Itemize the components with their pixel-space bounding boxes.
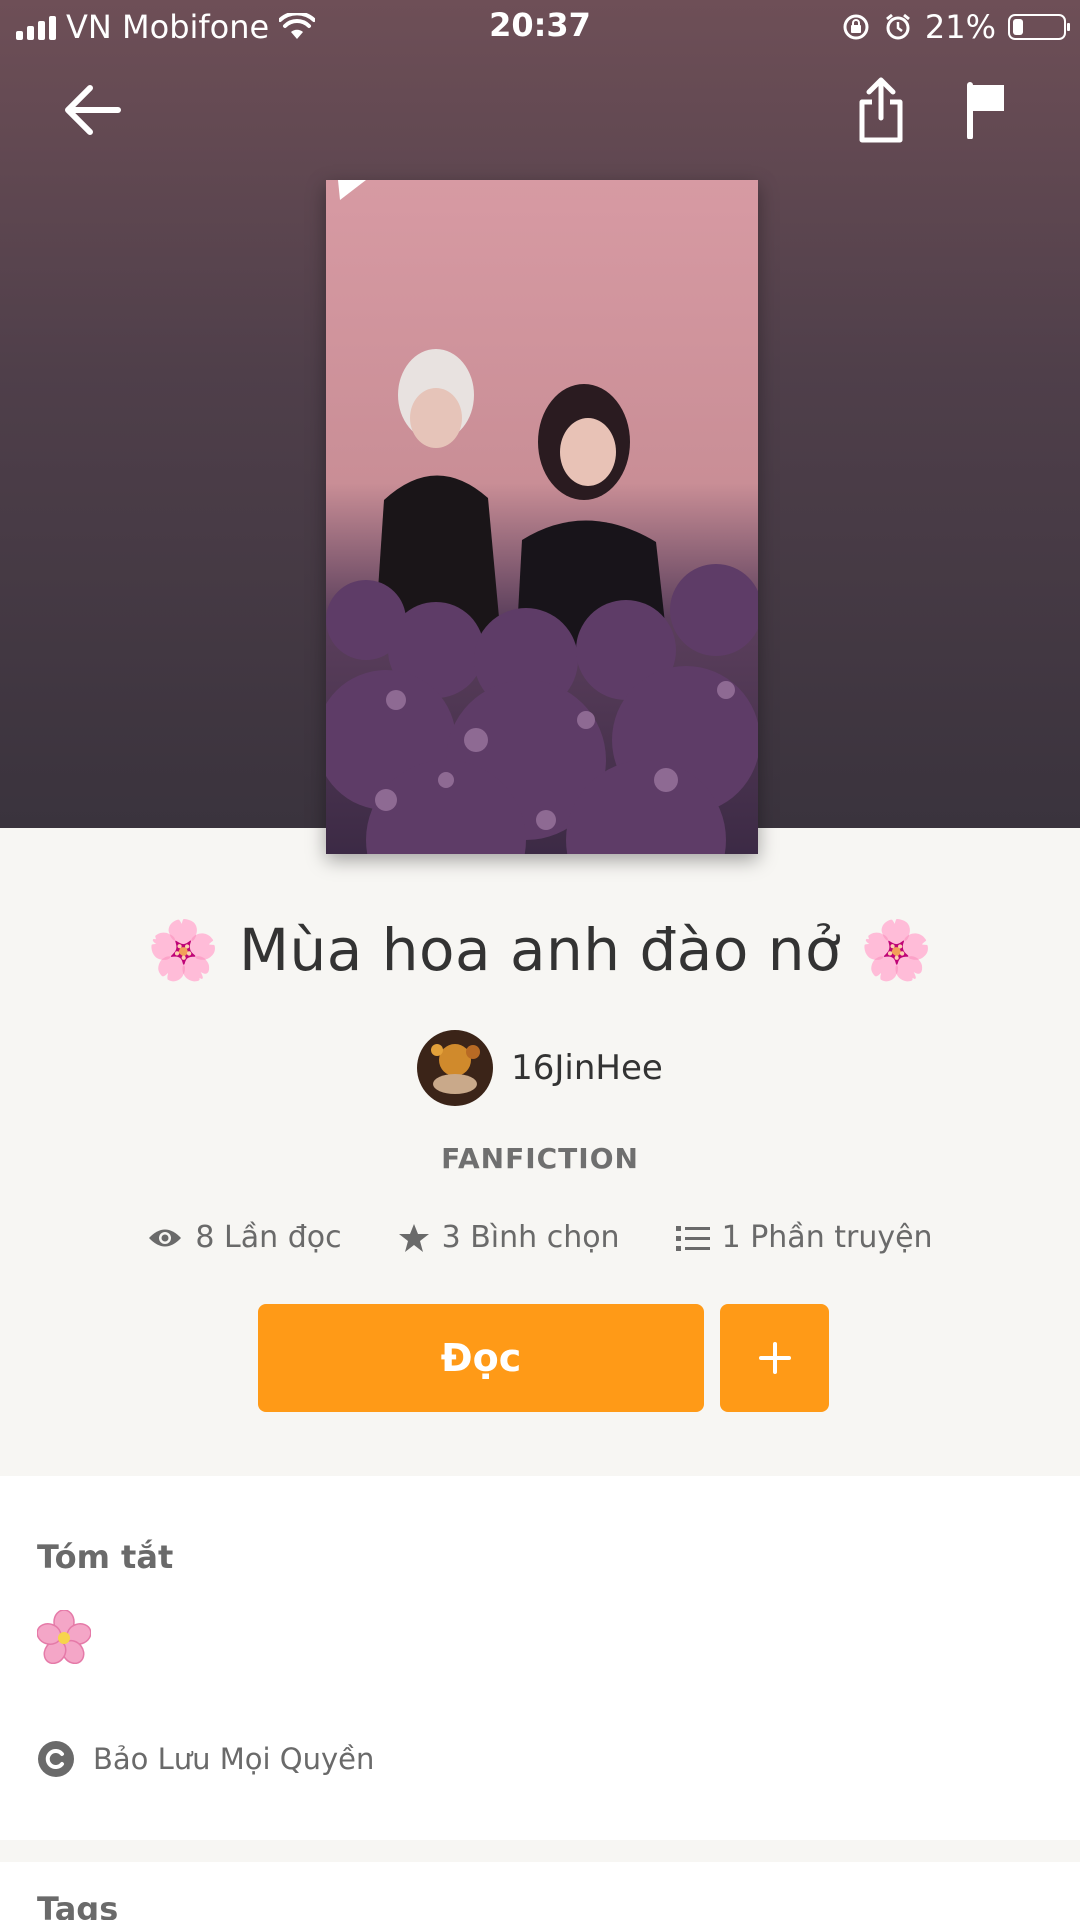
alarm-icon (885, 13, 910, 40)
votes-stat: 3 Bình chọn (398, 1220, 620, 1255)
story-stats: 8 Lần đọc 3 Bình chọn 1 Phần truyện (0, 1220, 1080, 1255)
parts-stat: 1 Phần truyện (675, 1220, 933, 1255)
battery-icon (1008, 14, 1070, 40)
author-row[interactable]: 16JinHee (0, 1030, 1080, 1106)
author-name[interactable]: 16JinHee (511, 1048, 663, 1088)
parts-count: 1 Phần truyện (721, 1220, 933, 1255)
eye-icon (149, 1229, 182, 1246)
report-button[interactable] (946, 70, 1026, 150)
arrow-left-icon (65, 85, 121, 135)
reads-stat: 8 Lần đọc (147, 1220, 342, 1255)
star-icon (398, 1223, 429, 1252)
back-button[interactable] (52, 70, 132, 150)
copyright-row: Bảo Lưu Mọi Quyền (37, 1740, 374, 1778)
copyright-text: Bảo Lưu Mọi Quyền (93, 1742, 375, 1776)
reads-count: 8 Lần đọc (195, 1220, 342, 1255)
share-icon (859, 77, 903, 143)
read-button[interactable]: Đọc (258, 1304, 704, 1412)
rotation-lock-icon (843, 14, 869, 40)
battery-level (1013, 19, 1023, 35)
battery-percent: 21% (924, 8, 996, 46)
avatar-image (417, 1030, 494, 1106)
flag-icon (967, 82, 1004, 139)
cherry-blossom-icon (36, 1609, 92, 1665)
story-title: 🌸 Mùa hoa anh đào nở 🌸 (147, 916, 933, 984)
add-to-library-button[interactable] (720, 1304, 829, 1412)
votes-count: 3 Bình chọn (441, 1220, 620, 1255)
tags-heading: Tags (37, 1890, 119, 1920)
story-category: FANFICTION (441, 1142, 639, 1175)
summary-section: Tóm tắt 🌸 Bảo Lưu Mọi Quyền (0, 1476, 1080, 1840)
list-icon (675, 1225, 710, 1251)
summary-heading: Tóm tắt (37, 1538, 174, 1576)
cover-image (326, 180, 758, 854)
share-button[interactable] (841, 70, 921, 150)
book-cover[interactable] (326, 180, 758, 854)
status-bar: VN Mobifone 20:37 21% (0, 0, 1080, 56)
plus-icon (758, 1342, 791, 1374)
author-avatar[interactable] (417, 1030, 494, 1106)
summary-text: 🌸 (36, 1609, 92, 1668)
tags-section: Tags (0, 1862, 1080, 1920)
copyright-icon (38, 1741, 74, 1777)
